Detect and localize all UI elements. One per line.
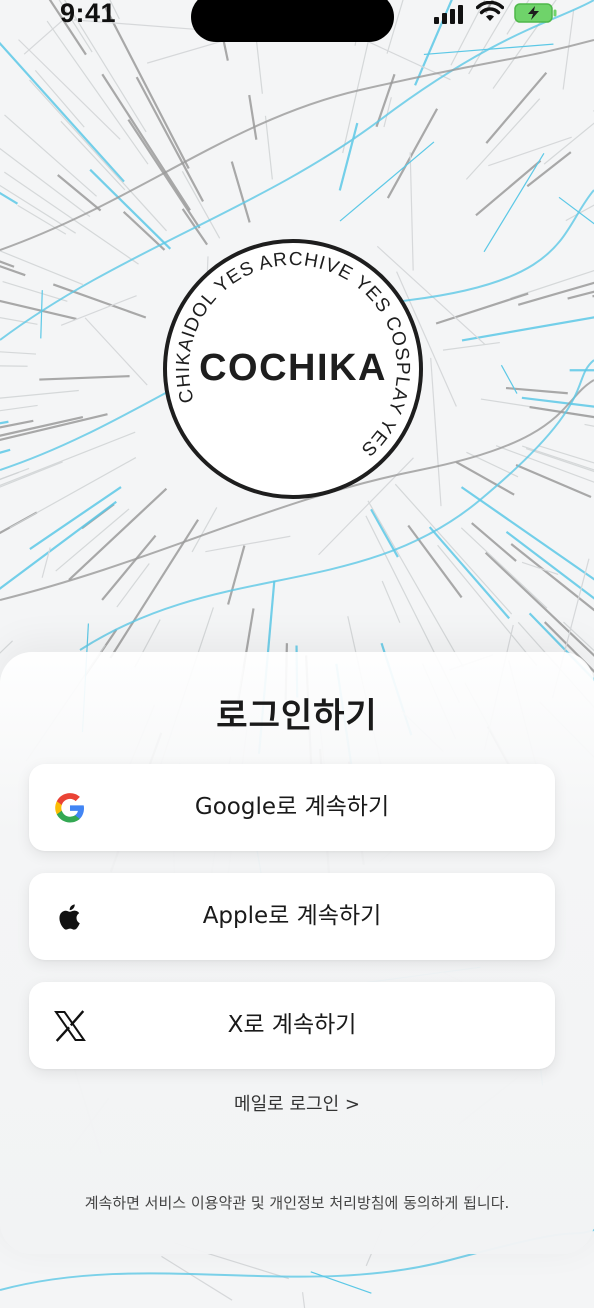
x-login-button[interactable]: X로 계속하기 <box>29 982 555 1069</box>
status-bar: 9:41 <box>0 0 594 44</box>
battery-charging-icon <box>514 3 557 23</box>
signal-icon <box>434 5 463 24</box>
x-login-label: X로 계속하기 <box>227 1012 357 1038</box>
apple-login-button[interactable]: Apple로 계속하기 <box>29 873 555 960</box>
apple-login-label: Apple로 계속하기 <box>202 903 382 929</box>
google-login-button[interactable]: Google로 계속하기 <box>29 764 555 851</box>
wifi-icon <box>476 1 504 21</box>
terms-notice: 계속하면 서비스 이용약관 및 개인정보 처리방침에 동의하게 됩니다. <box>84 1194 510 1212</box>
logo-center-text: COCHIKA <box>199 347 387 389</box>
email-login-link[interactable]: 메일로 로그인 > <box>0 1090 594 1116</box>
login-sheet: 로그인하기 Google로 계속하기 Apple로 계속하기 X로 계속하기 메… <box>0 652 594 1254</box>
dynamic-island <box>191 0 394 42</box>
status-time: 9:41 <box>60 0 117 28</box>
login-title: 로그인하기 <box>216 696 378 736</box>
cochika-logo: CHIKAIDOL YES ARCHIVE YES COSPLAY YES CO… <box>162 238 424 500</box>
google-login-label: Google로 계속하기 <box>194 794 390 820</box>
